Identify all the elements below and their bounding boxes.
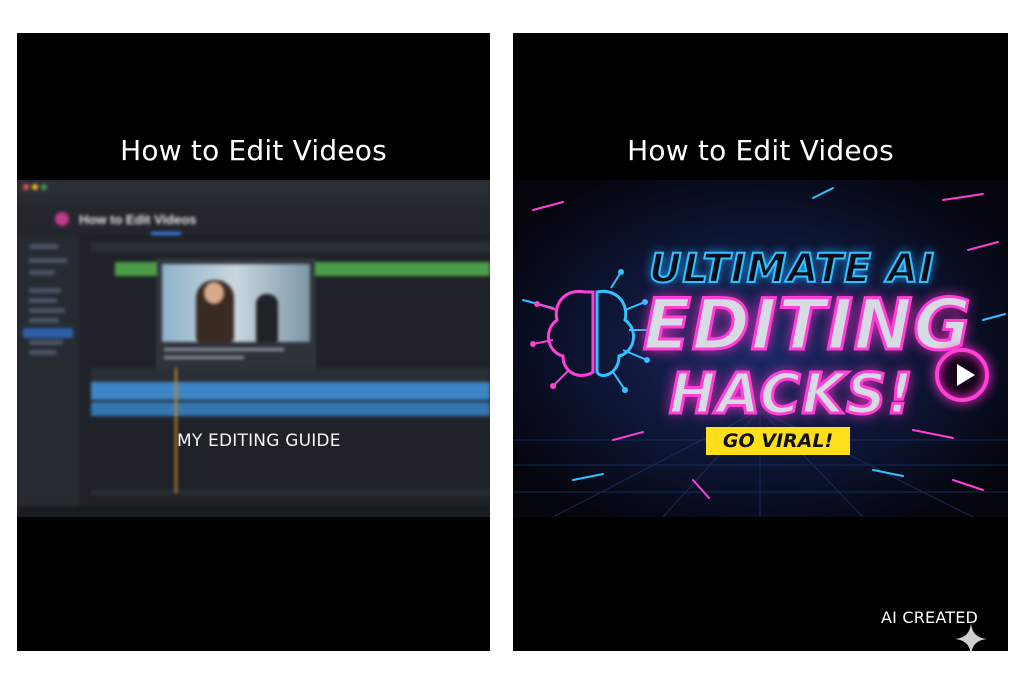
ai-thumbnail: ULTIMATE AI EDITING HACKS! GO VIRAL! — [513, 180, 1008, 517]
timeline-ruler — [91, 368, 490, 382]
go-viral-badge: GO VIRAL! — [706, 427, 850, 455]
left-video-panel[interactable]: How to Edit Videos How to Edit Videos MY… — [17, 33, 490, 651]
timeline-clip-green — [315, 262, 490, 276]
preview-popup — [157, 259, 315, 371]
editor-window-title: How to Edit Videos — [79, 212, 197, 227]
play-icon — [957, 364, 975, 386]
preview-video-frame — [162, 264, 310, 342]
editor-track-header — [91, 242, 490, 252]
timeline-bottom-bar — [91, 490, 490, 495]
sparkle-icon — [955, 623, 987, 655]
left-panel-title: How to Edit Videos — [120, 134, 387, 167]
timeline-clip-green — [115, 262, 161, 276]
right-panel-title: How to Edit Videos — [627, 134, 894, 167]
editor-screenshot: How to Edit Videos — [17, 180, 490, 517]
timeline-clip-blue — [91, 402, 490, 416]
editor-sidebar — [17, 236, 79, 506]
editor-avatar — [55, 212, 69, 226]
editor-active-tab-indicator — [151, 232, 181, 235]
thumbnail-line-3: HACKS! — [668, 361, 915, 429]
play-button[interactable] — [935, 348, 989, 402]
editor-titlebar — [17, 180, 490, 194]
timeline-clip-blue — [91, 382, 490, 400]
right-video-panel[interactable]: How to Edit Videos ULTIMATE AI EDITING H… — [513, 33, 1008, 651]
overlay-caption: MY EDITING GUIDE — [177, 431, 341, 451]
thumbnail-line-2: EDITING — [642, 283, 973, 368]
editor-statusbar — [17, 506, 490, 517]
editor-toolbar — [17, 194, 490, 204]
